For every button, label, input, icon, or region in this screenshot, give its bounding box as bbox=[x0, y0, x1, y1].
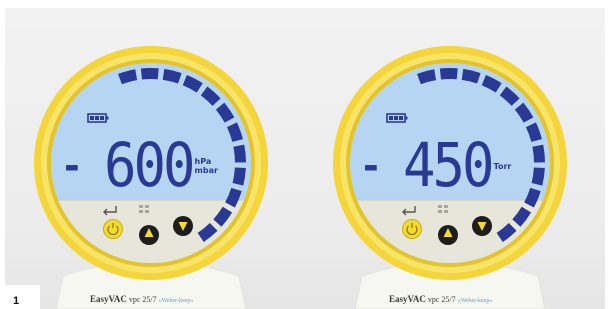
arrow-down-button bbox=[173, 216, 193, 236]
vacuum-gauge-left: - 600 hPa mbar EasyVAC vpc 25/7 »Weber-k… bbox=[28, 36, 274, 309]
lcd-reading: - 600 hPa mbar bbox=[56, 130, 246, 201]
pressure-value: 450 bbox=[403, 130, 495, 201]
bar-segment bbox=[140, 68, 159, 80]
unit-top: Torr bbox=[493, 161, 512, 171]
brand-label: EasyVAC vpc 25/7 »Weber-keep« bbox=[389, 294, 539, 304]
minus-sign: - bbox=[363, 144, 379, 188]
unit-label: Torr bbox=[494, 162, 512, 171]
arrow-up-button bbox=[438, 225, 458, 245]
figure-number: 1 bbox=[13, 295, 20, 307]
pressure-value: 600 bbox=[104, 130, 196, 201]
brand-model: vpc 25/7 bbox=[128, 295, 157, 304]
figure-label: 1 bbox=[0, 285, 40, 309]
brand-model: vpc 25/7 bbox=[427, 295, 456, 304]
brand-name: EasyVAC bbox=[389, 294, 426, 304]
arrow-up-button bbox=[139, 225, 159, 245]
power-button bbox=[402, 219, 422, 239]
unit-top: hPa bbox=[194, 157, 212, 166]
lcd-reading: - 450 Torr bbox=[355, 130, 545, 201]
unit-bottom: mbar bbox=[194, 166, 218, 175]
unit-label: hPa mbar bbox=[195, 157, 218, 175]
vacuum-gauge-right: - 450 Torr EasyVAC vpc 25/7 »Weber-keep« bbox=[327, 36, 573, 309]
power-button bbox=[103, 219, 123, 239]
brand-tag: »Weber-keep« bbox=[158, 298, 194, 304]
product-photo: - 600 hPa mbar EasyVAC vpc 25/7 »Weber-k… bbox=[0, 0, 613, 309]
brand-tag: »Weber-keep« bbox=[457, 298, 493, 304]
arrow-down-button bbox=[472, 216, 492, 236]
bar-segment bbox=[439, 68, 458, 80]
minus-sign: - bbox=[64, 144, 80, 188]
brand-label: EasyVAC vpc 25/7 »Weber-keep« bbox=[90, 294, 240, 304]
brand-name: EasyVAC bbox=[90, 294, 127, 304]
